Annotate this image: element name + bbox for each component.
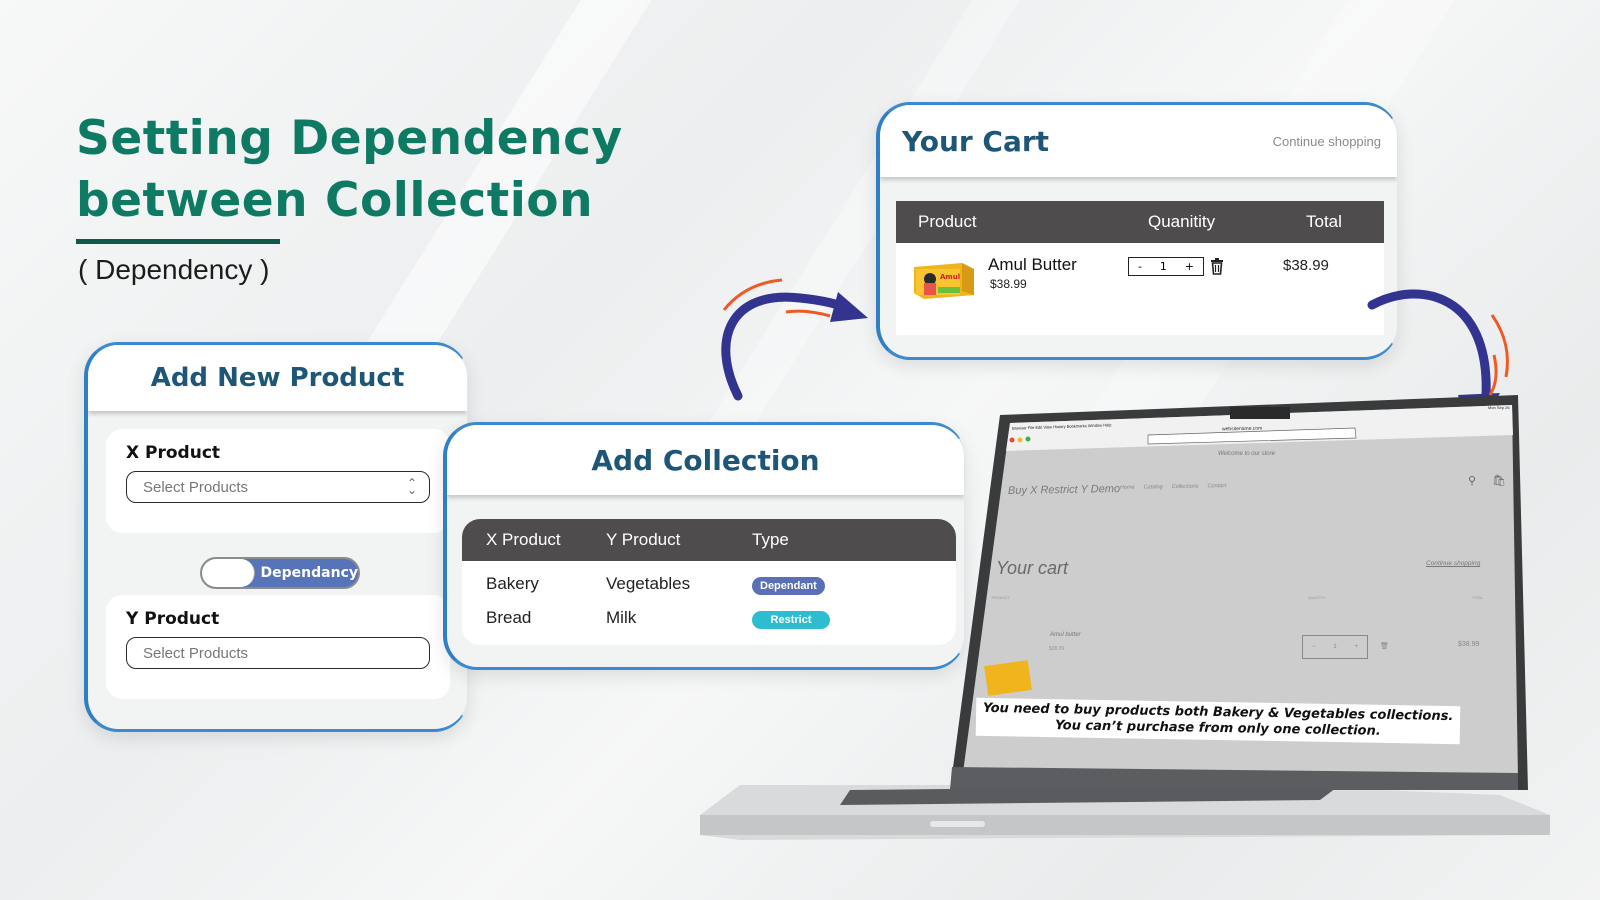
store-logo[interactable]: Buy X Restrict Y Demo (1008, 483, 1120, 497)
title-underline (76, 239, 280, 244)
nav-home[interactable]: Home (1120, 485, 1135, 491)
menu-item[interactable]: History (1053, 424, 1066, 429)
title-line-1: Setting Dependency (76, 111, 623, 166)
x-product-section: X Product Select Products ⌃ ⌄ (106, 429, 450, 533)
y-product-placeholder: Select Products (143, 644, 249, 662)
toggle-label: Dependancy (260, 565, 358, 581)
product-name[interactable]: Amul Butter (988, 255, 1077, 275)
menu-item[interactable]: View (1043, 424, 1052, 429)
nav-catalog[interactable]: Catalog (1144, 484, 1163, 490)
menu-item[interactable]: Bookmarks (1067, 423, 1087, 429)
col-total: Total (1306, 212, 1342, 231)
laptop-cart-title: Your cart (996, 558, 1069, 578)
y-product-select[interactable]: Select Products (126, 637, 430, 669)
qty-value[interactable]: 1 (1160, 260, 1167, 273)
laptop-col-product: PRODUCT (992, 596, 1010, 600)
menu-item[interactable]: Help (1103, 422, 1111, 427)
add-new-product-card: Add New Product X Product Select Product… (84, 342, 468, 732)
col-quantity: Quanitity (1148, 212, 1216, 231)
qty-decrease-button[interactable]: - (1138, 260, 1142, 273)
menu-item[interactable]: Browser (1012, 425, 1027, 431)
y-product-label: Y Product (126, 609, 220, 629)
laptop-item-total: $38.99 (1458, 641, 1480, 648)
your-cart-card: Your Cart Continue shopping Product Quan… (876, 102, 1398, 360)
product-image: Amul (914, 263, 974, 299)
card-header: Your Cart Continue shopping (880, 105, 1397, 177)
quantity-stepper[interactable]: - 1 + (1128, 257, 1204, 276)
line-total: $38.99 (1283, 257, 1329, 274)
toggle-knob (202, 559, 255, 587)
cart-table-header: Product Quanitity Total (896, 201, 1384, 243)
address-bar[interactable]: websitename.com (1222, 426, 1262, 433)
announcement-bar: Welcome to our store (1218, 451, 1275, 457)
card-header: Add Collection (447, 425, 964, 495)
card-header: Add New Product (88, 345, 467, 411)
laptop-continue-link[interactable]: Continue shopping (1426, 560, 1480, 567)
menu-item[interactable]: Edit (1035, 425, 1042, 430)
continue-shopping-link[interactable]: Continue shopping (1273, 134, 1381, 149)
card-title: Your Cart (902, 124, 1050, 158)
col-x-product: X Product (486, 530, 561, 549)
curved-arrow-to-cart (721, 278, 868, 401)
laptop-qty-increase[interactable]: + (1355, 644, 1359, 650)
cart-table: Product Quanitity Total Amul Amul Butter… (896, 201, 1384, 335)
x-product-select[interactable]: Select Products ⌃ ⌄ (126, 471, 430, 503)
os-clock: Mon Sep 26 (1488, 405, 1510, 410)
cart-bag-icon[interactable]: 🛍 (1492, 474, 1506, 487)
laptop-item-name[interactable]: Amul butter (1050, 632, 1081, 638)
y-product-section: Y Product Select Products (106, 595, 450, 699)
x-product-label: X Product (126, 443, 221, 463)
laptop-col-quantity: QUANTITY (1308, 596, 1326, 600)
card-title: Add New Product (150, 363, 405, 393)
laptop-item-price: $38.99 (1049, 646, 1065, 652)
laptop-qty-value[interactable]: 1 (1333, 644, 1336, 650)
qty-increase-button[interactable]: + (1185, 260, 1194, 273)
nav-contact[interactable]: Contact (1207, 483, 1226, 489)
col-product: Product (918, 212, 977, 231)
cell-x: Bakery (486, 574, 539, 593)
laptop-trash-icon[interactable]: 🗑 (1380, 642, 1389, 650)
cell-x: Bread (486, 608, 532, 627)
svg-text:Amul: Amul (940, 273, 960, 281)
title-line-2: between Collection (76, 173, 594, 228)
nav-collections[interactable]: Collections (1172, 484, 1199, 490)
page-title: Setting Dependency between Collection (76, 108, 623, 232)
dependancy-toggle[interactable]: Dependancy (200, 557, 360, 589)
trash-icon[interactable] (1210, 257, 1224, 275)
laptop-quantity-stepper[interactable]: − 1 + (1302, 635, 1368, 659)
menu-item[interactable]: File (1028, 425, 1035, 430)
cart-item-row: Amul Amul Butter $38.99 - 1 + $38.99 (896, 243, 1384, 333)
product-price: $38.99 (990, 277, 1027, 291)
select-chevron-icon: ⌃ ⌄ (406, 476, 417, 497)
page-subtitle: ( Dependency ) (78, 254, 270, 285)
laptop-col-total: TOTAL (1472, 596, 1483, 600)
menu-item[interactable]: Window (1088, 423, 1102, 428)
search-icon[interactable]: ⚲ (1468, 474, 1476, 487)
laptop-qty-decrease[interactable]: − (1312, 644, 1316, 650)
card-title: Add Collection (591, 443, 820, 477)
x-product-placeholder: Select Products (143, 478, 249, 496)
